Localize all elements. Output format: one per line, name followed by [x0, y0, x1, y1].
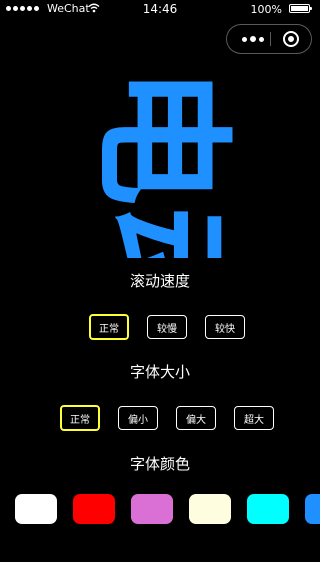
color-swatch-red[interactable] [73, 494, 115, 524]
capsule-divider [270, 32, 271, 46]
color-swatch-white[interactable] [15, 494, 57, 524]
font-color-title: 字体颜色 [129, 455, 190, 473]
more-options-icon[interactable] [237, 25, 269, 53]
marquee-text: 电动 [79, 65, 242, 258]
color-swatch-blue[interactable] [305, 494, 320, 524]
marquee-preview: 电动 [0, 60, 320, 258]
miniprogram-capsule [226, 24, 312, 54]
battery-icon [289, 4, 312, 13]
close-miniprogram-icon[interactable] [283, 31, 299, 47]
color-swatch-cyan[interactable] [247, 494, 289, 524]
size-option-small[interactable]: 偏小 [118, 406, 158, 430]
color-swatch-orchid[interactable] [131, 494, 173, 524]
scroll-speed-title: 滚动速度 [129, 272, 190, 290]
marquee-settings-screen: WeChat 14:46 100% 电动 滚动速度 正常 较慢 较快 字体大小 … [0, 0, 320, 562]
speed-option-normal[interactable]: 正常 [89, 314, 129, 340]
status-bar: WeChat 14:46 100% [0, 0, 320, 20]
font-size-title: 字体大小 [129, 363, 190, 381]
battery-percentage: 100% [250, 3, 282, 16]
size-option-extra-large[interactable]: 超大 [234, 406, 274, 430]
speed-option-slow[interactable]: 较慢 [147, 315, 187, 339]
color-swatch-cream[interactable] [189, 494, 231, 524]
size-option-large[interactable]: 偏大 [176, 406, 216, 430]
size-option-normal[interactable]: 正常 [60, 405, 100, 431]
speed-option-fast[interactable]: 较快 [205, 315, 245, 339]
